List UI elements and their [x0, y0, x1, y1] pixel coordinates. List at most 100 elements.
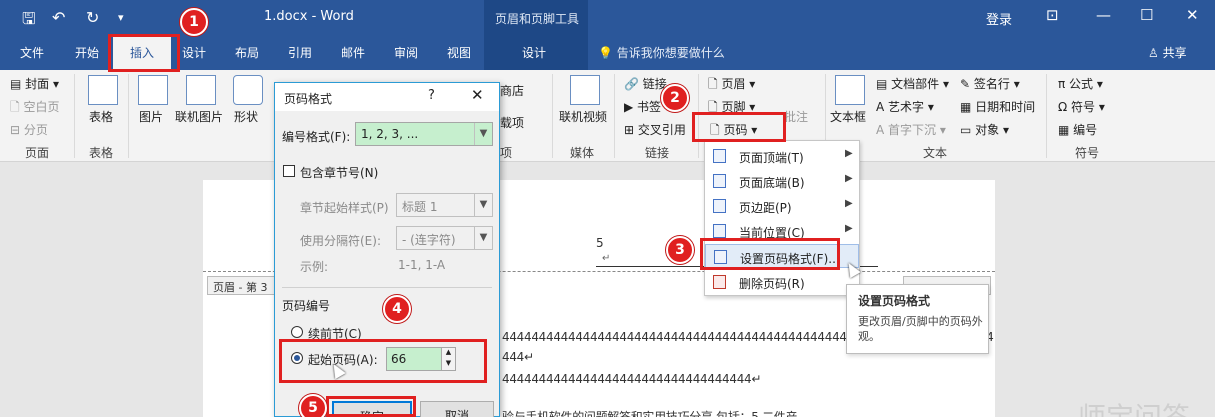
symbols-group-label: 符号 — [1075, 146, 1100, 160]
save-icon[interactable]: 🖫 — [22, 8, 36, 35]
symbol-button[interactable]: Ω 符号 ▾ — [1058, 98, 1105, 115]
online-video-label[interactable]: 联机视频 — [559, 108, 607, 125]
cover-button[interactable]: ▤ 封面 ▾ — [10, 75, 59, 92]
page-group-label: 页面 — [25, 146, 50, 160]
group-divider — [552, 74, 553, 158]
tab-references[interactable]: 引用 — [288, 44, 312, 61]
textbox-label[interactable]: 文本框 — [830, 108, 866, 125]
menu-item-bottom-of-page[interactable]: 页面底端(B) ▶ — [705, 169, 859, 193]
include-chapter-checkbox[interactable] — [283, 165, 295, 177]
window-title: 1.docx - Word — [264, 9, 354, 24]
addins-label[interactable]: 载项 — [500, 114, 524, 131]
comment-label[interactable]: 批注 — [784, 108, 808, 125]
quick-parts-button[interactable]: ▤ 文档部件 ▾ — [876, 75, 949, 92]
table-button-label[interactable]: 表格 — [89, 108, 113, 125]
cross-ref-label: 交叉引用 — [637, 123, 686, 137]
equation-label: 公式 — [1069, 77, 1094, 91]
undo-icon[interactable]: ↶ — [52, 8, 65, 27]
number-format-label: 编号格式(F): — [282, 130, 351, 144]
tooltip: 设置页码格式 更改页眉/页脚中的页码外观。 — [846, 284, 989, 354]
menu-item-remove-page-numbers[interactable]: 删除页码(R) — [705, 270, 859, 294]
online-picture-label[interactable]: 联机图片 — [175, 108, 223, 125]
chevron-down-icon: ▼ — [474, 123, 492, 145]
menu-item-top-of-page[interactable]: 页面顶端(T) ▶ — [705, 144, 859, 168]
chapter-style-value: 标题 1 — [402, 200, 438, 214]
cross-ref-button[interactable]: ⊞ 交叉引用 — [624, 121, 686, 138]
datetime-button[interactable]: ▦ 日期和时间 — [960, 98, 1035, 115]
numbering-section-label: 页码编号 — [282, 299, 331, 313]
online-video-icon[interactable] — [570, 75, 600, 105]
bookmark-button[interactable]: ▶ 书签 — [624, 98, 661, 115]
tab-review[interactable]: 审阅 — [394, 44, 418, 61]
tell-me-box[interactable]: 💡 告诉我你想要做什么 — [598, 44, 725, 61]
dropcap-button[interactable]: A 首字下沉 ▾ — [876, 121, 946, 138]
signature-label: 签名行 — [973, 77, 1010, 91]
separator-select[interactable]: - (连字符) ▼ — [396, 226, 493, 250]
object-button[interactable]: ▭ 对象 ▾ — [960, 121, 1009, 138]
group-divider — [614, 74, 615, 158]
ribbon-display-icon[interactable]: ⊡ — [1046, 6, 1059, 24]
store-label[interactable]: 商店 — [500, 82, 524, 99]
table-group-label: 表格 — [89, 146, 114, 160]
context-tool-title: 页眉和页脚工具 — [495, 12, 580, 26]
textbox-icon[interactable] — [835, 75, 865, 105]
tab-file[interactable]: 文件 — [20, 44, 44, 61]
picture-button-label[interactable]: 图片 — [139, 108, 163, 125]
numbering-button[interactable]: ▦ 编号 — [1058, 121, 1097, 138]
minimize-icon[interactable]: — — [1096, 6, 1111, 24]
online-picture-icon[interactable] — [186, 75, 216, 105]
blank-page-button[interactable]: 🗋 空白页 — [10, 98, 59, 119]
shapes-label[interactable]: 形状 — [234, 108, 258, 125]
maximize-icon[interactable]: ☐ — [1140, 6, 1153, 24]
link-button[interactable]: 🔗 链接 — [624, 75, 667, 92]
doc-line-4[interactable]: 验与手机软件的问题解答和实用技巧分享 包括：5 二件产 — [502, 408, 797, 417]
tab-hf-design[interactable]: 设计 — [522, 44, 546, 61]
blank-page-label: 空白页 — [23, 100, 60, 114]
cancel-button[interactable]: 取消 — [420, 401, 494, 417]
tab-home[interactable]: 开始 — [75, 44, 99, 61]
equation-button[interactable]: π 公式 ▾ — [1058, 75, 1103, 92]
share-button[interactable]: ♙ 共享 — [1148, 44, 1187, 61]
separator-value: - (连字符) — [402, 233, 456, 247]
chevron-down-icon: ▼ — [474, 227, 492, 249]
header-button[interactable]: 🗋 页眉 ▾ — [708, 75, 755, 96]
continue-previous-radio[interactable] — [291, 326, 303, 338]
menu-item-page-margins[interactable]: 页边距(P) ▶ — [705, 194, 859, 218]
doc-line-3[interactable]: 4444444444444444444444444444444444↵ — [502, 372, 761, 386]
signature-button[interactable]: ✎ 签名行 ▾ — [960, 75, 1020, 92]
redo-icon[interactable]: ↻ — [86, 8, 99, 27]
dropcap-label: 首字下沉 — [888, 123, 937, 137]
highlight-start-at — [279, 339, 487, 383]
page-number-field[interactable]: 5 — [596, 236, 604, 250]
submenu-arrow-icon: ▶ — [845, 223, 853, 234]
tab-mailings[interactable]: 邮件 — [341, 44, 365, 61]
table-icon[interactable] — [88, 75, 118, 105]
tab-design[interactable]: 设计 — [182, 44, 206, 61]
example-label: 示例: — [300, 260, 329, 274]
highlight-page-number — [692, 112, 786, 142]
login-link[interactable]: 登录 — [986, 9, 1012, 28]
wordart-button[interactable]: A 艺术字 ▾ — [876, 98, 934, 115]
step-badge-3: 3 — [666, 236, 694, 264]
page-break-button[interactable]: ⊟ 分页 — [10, 121, 48, 138]
paragraph-mark: ↵ — [602, 253, 611, 264]
tab-layout[interactable]: 布局 — [235, 44, 259, 61]
context-tab-header-footer: 页眉和页脚工具 设计 — [484, 0, 588, 72]
tooltip-description: 更改页眉/页脚中的页码外观。 — [858, 315, 983, 343]
highlight-ok — [326, 396, 416, 417]
number-format-select[interactable]: 1, 2, 3, ... ▼ — [355, 122, 493, 146]
highlight-format-page-numbers — [700, 238, 840, 270]
help-icon[interactable]: ? — [428, 88, 435, 103]
page-margin-icon — [713, 199, 726, 213]
doc-line-2[interactable]: 444↵ — [502, 350, 534, 364]
dialog-close-icon[interactable]: ✕ — [471, 86, 484, 104]
tab-view[interactable]: 视图 — [447, 44, 471, 61]
shapes-icon[interactable] — [233, 75, 263, 105]
header-tag: 页眉 - 第 3 — [207, 276, 279, 295]
close-icon[interactable]: ✕ — [1186, 6, 1199, 24]
customize-qat-icon[interactable]: ▾ — [118, 11, 124, 24]
quick-parts-label: 文档部件 — [891, 77, 940, 91]
group-divider — [1046, 74, 1047, 158]
chapter-style-select[interactable]: 标题 1 ▼ — [396, 193, 493, 217]
picture-icon[interactable] — [138, 75, 168, 105]
